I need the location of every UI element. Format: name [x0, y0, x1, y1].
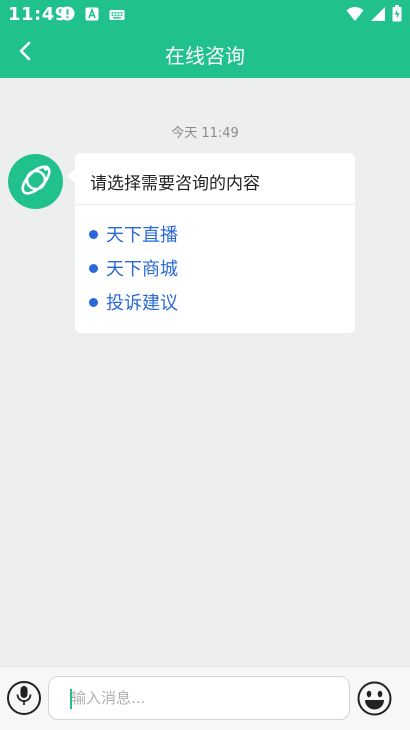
- bot-avatar: [8, 154, 63, 209]
- bubble-divider: [75, 204, 355, 205]
- option-live-stream[interactable]: 天下直播: [89, 217, 178, 251]
- option-list: 天下直播 天下商城 投诉建议: [89, 217, 178, 319]
- voice-input-button[interactable]: [7, 681, 41, 715]
- bot-message-bubble: 请选择需要咨询的内容 天下直播 天下商城 投诉建议: [67, 153, 355, 333]
- message-prompt: 请选择需要咨询的内容: [90, 174, 260, 194]
- battery-icon: [392, 5, 402, 26]
- system-icons: [346, 5, 402, 26]
- bullet-dot-icon: [89, 297, 98, 307]
- option-label: 天下商城: [106, 259, 178, 280]
- smiley-icon: [357, 681, 392, 720]
- page-title: 在线咨询: [165, 44, 245, 68]
- bullet-dot-icon: [89, 263, 98, 273]
- option-mall[interactable]: 天下商城: [89, 251, 178, 285]
- microphone-icon: [15, 685, 33, 711]
- emoji-button[interactable]: [357, 681, 392, 716]
- bullet-dot-icon: [89, 229, 98, 239]
- option-label: 投诉建议: [106, 293, 178, 314]
- notification-icons: [60, 6, 125, 25]
- wifi-icon: [346, 6, 364, 26]
- planet-logo-icon: [15, 159, 57, 205]
- header: 在线咨询: [0, 28, 410, 78]
- message-input[interactable]: [48, 676, 350, 720]
- keyboard-icon: [109, 6, 125, 25]
- chat-area[interactable]: 今天 11:49 请选择需要咨询的内容 天下直播 天下商城 投诉建议: [0, 78, 410, 666]
- status-time: 11:49: [8, 4, 68, 25]
- text-cursor: [70, 689, 72, 709]
- option-label: 天下直播: [106, 225, 178, 246]
- input-bar: [0, 666, 410, 730]
- signal-icon: [370, 6, 386, 26]
- status-bar: 11:49: [0, 0, 410, 28]
- app-icon: [85, 6, 99, 25]
- message-timestamp: 今天 11:49: [171, 126, 239, 141]
- option-complaint[interactable]: 投诉建议: [89, 285, 178, 319]
- alert-icon: [60, 6, 75, 25]
